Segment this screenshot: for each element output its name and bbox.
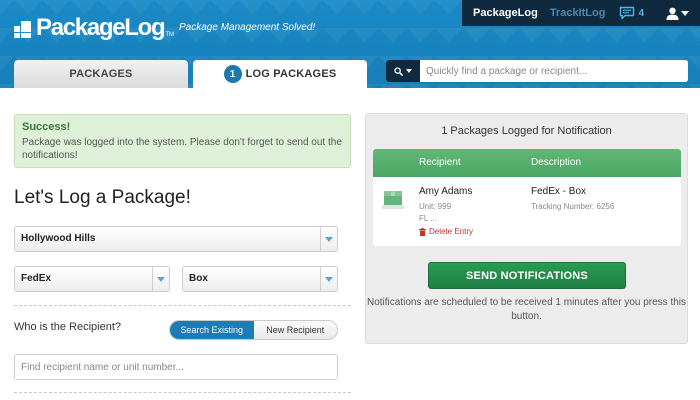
search-icon xyxy=(394,66,403,76)
recipient-name: Amy Adams xyxy=(419,186,473,197)
search-input[interactable] xyxy=(420,60,688,82)
notification-panel: 1 Packages Logged for Notification Recip… xyxy=(365,113,688,344)
tab-log-packages[interactable]: 1 LOG PACKAGES xyxy=(193,60,367,88)
alert-text: Package was logged into the system. Plea… xyxy=(22,137,342,161)
logo[interactable]: PackageLog TM xyxy=(14,16,174,40)
alert-title: Success! xyxy=(22,121,71,133)
tab-packages-label: PACKAGES xyxy=(69,68,133,80)
message-count-badge[interactable]: 4 xyxy=(638,8,644,19)
page-title: Let's Log a Package! xyxy=(14,187,191,208)
chevron-down-icon xyxy=(325,236,333,242)
table-header: Recipient Description xyxy=(373,149,681,177)
recipient-floor: FL ... xyxy=(419,214,437,223)
location-select-value: Hollywood Hills xyxy=(21,233,96,244)
trash-icon xyxy=(419,227,426,236)
delete-entry-label: Delete Entry xyxy=(429,227,474,236)
nav-packagelog[interactable]: PackageLog xyxy=(462,7,544,19)
top-nav: PackageLog TrackItLog 4 xyxy=(462,0,700,26)
tab-log-packages-label: LOG PACKAGES xyxy=(245,68,337,80)
logo-trademark: TM xyxy=(165,32,175,38)
user-icon xyxy=(666,7,679,20)
package-description: FedEx - Box xyxy=(531,186,587,197)
send-notifications-button[interactable]: SEND NOTIFICATIONS xyxy=(428,262,626,289)
chevron-down-icon xyxy=(406,69,412,73)
package-box-icon xyxy=(382,189,404,214)
user-menu[interactable] xyxy=(666,7,689,20)
app-header: PackageLog TM Package Management Solved!… xyxy=(0,0,700,88)
package-type-select-arrow xyxy=(320,267,337,291)
recipient-search-input[interactable] xyxy=(14,354,338,380)
tracking-number: Tracking Number: 6256 xyxy=(531,202,615,211)
tab-packages[interactable]: PACKAGES xyxy=(14,60,188,88)
carrier-select[interactable]: FedEx xyxy=(14,266,170,292)
delete-entry-link[interactable]: Delete Entry xyxy=(419,227,473,236)
recipient-question: Who is the Recipient? xyxy=(14,321,121,333)
success-alert: Success! Package was logged into the sys… xyxy=(14,114,351,168)
table-row: Amy Adams Unit: 999 FL ... Delete Entry … xyxy=(373,177,681,246)
column-recipient: Recipient xyxy=(419,157,461,168)
package-type-select-value: Box xyxy=(189,273,208,284)
location-select-arrow xyxy=(320,227,337,251)
divider xyxy=(14,305,351,306)
divider xyxy=(14,392,351,393)
chevron-down-icon xyxy=(325,276,333,282)
search-scope-button[interactable] xyxy=(386,60,420,82)
column-description: Description xyxy=(531,157,582,168)
logo-text: PackageLog xyxy=(36,14,166,41)
chat-bubble-icon[interactable] xyxy=(619,6,635,20)
carrier-select-value: FedEx xyxy=(21,273,52,284)
search-existing-button[interactable]: Search Existing xyxy=(170,321,254,339)
search-bar xyxy=(386,60,688,82)
recipient-unit: Unit: 999 xyxy=(419,202,452,211)
package-type-select[interactable]: Box xyxy=(182,266,338,292)
location-select[interactable]: Hollywood Hills xyxy=(14,226,338,252)
tagline: Package Management Solved! xyxy=(179,22,316,33)
logged-packages-table: Recipient Description Amy Adams Unit: 99… xyxy=(373,149,681,246)
chevron-down-icon xyxy=(157,276,165,282)
recipient-mode-toggle: Search Existing New Recipient xyxy=(169,320,338,340)
panel-title: 1 Packages Logged for Notification xyxy=(441,125,612,137)
notification-note: Notifications are scheduled to be receiv… xyxy=(366,297,687,322)
chevron-down-icon xyxy=(681,10,689,16)
new-recipient-button[interactable]: New Recipient xyxy=(253,321,337,339)
nav-trackitlog[interactable]: TrackItLog xyxy=(544,7,612,19)
logo-mark-icon xyxy=(14,18,34,38)
carrier-select-arrow xyxy=(152,267,169,291)
tab-log-badge: 1 xyxy=(223,65,242,83)
